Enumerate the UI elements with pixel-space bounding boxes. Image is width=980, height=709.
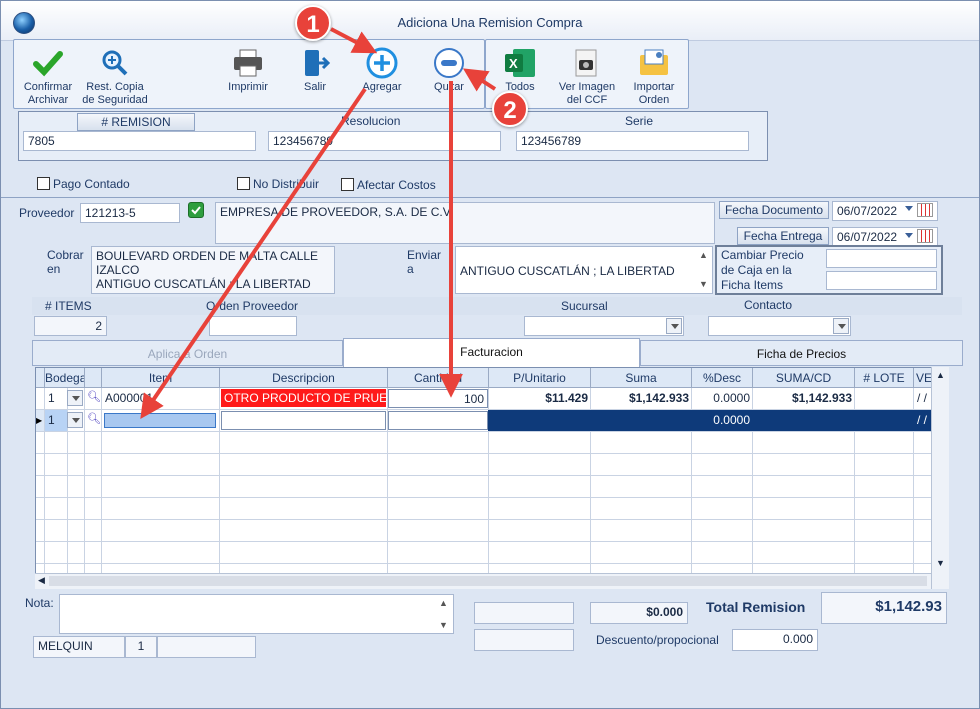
main-window: Adiciona Una Remision Compra Confirmar A…: [0, 0, 980, 709]
annotation-arrows: [140, 27, 497, 419]
annotation-marker-2: 2: [492, 91, 528, 127]
annotation-marker-1: 1: [295, 5, 331, 41]
